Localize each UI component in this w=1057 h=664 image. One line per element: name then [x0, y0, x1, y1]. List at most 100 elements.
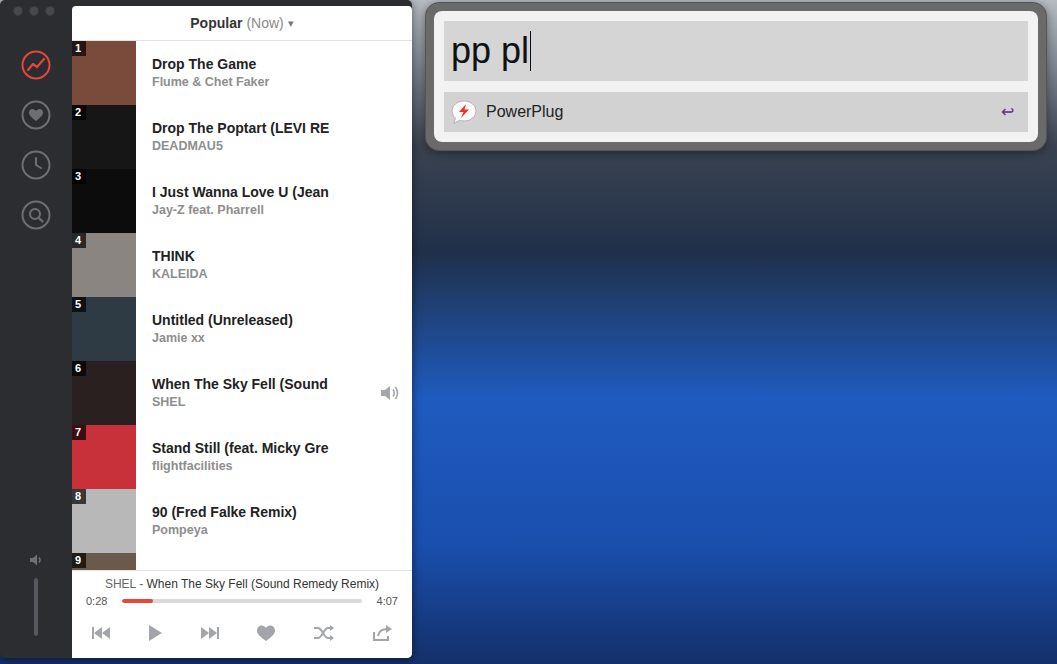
track-row[interactable]: 5 Untitled (Unreleased)Jamie xx — [72, 297, 412, 361]
heart-icon[interactable] — [21, 100, 51, 130]
track-info: Untitled (Unreleased)Jamie xx — [152, 311, 370, 347]
album-art: 6 — [72, 361, 136, 425]
result-row[interactable]: PowerPlug ↩ — [444, 92, 1028, 132]
track-title: Drop The Poptart (LEVI RE — [152, 119, 370, 137]
track-artist: DEADMAU5 — [152, 137, 370, 155]
track-list: 1 Drop The GameFlume & Chet Faker 2 Drop Th… — [72, 41, 412, 570]
header-subtitle[interactable]: (Now) — [246, 13, 283, 34]
clock-icon[interactable] — [21, 150, 51, 180]
album-art: 1 — [72, 41, 136, 105]
album-art: 4 — [72, 233, 136, 297]
sidebar-item[interactable] — [21, 150, 51, 180]
track-info: Stand Still (feat. Micky Greflightfacili… — [152, 439, 370, 475]
search-field[interactable]: pp pl — [444, 21, 1028, 81]
rank-badge: 8 — [72, 489, 86, 504]
now-playing-title: When The Sky Fell (Sound Remedy Remix) — [147, 577, 380, 591]
track-row[interactable]: 4 THINKKALEIDA — [72, 233, 412, 297]
previous-icon[interactable] — [91, 625, 111, 641]
track-artist: KALEIDA — [152, 265, 370, 283]
trending-icon[interactable] — [21, 50, 51, 80]
album-art: 9 — [72, 553, 136, 570]
track-info: Drop The GameFlume & Chet Faker — [152, 55, 370, 91]
track-artist: Flume & Chet Faker — [152, 73, 370, 91]
album-art: 5 — [72, 297, 136, 361]
elapsed-time: 0:28 — [86, 593, 112, 610]
volume-slider[interactable] — [34, 578, 38, 636]
track-title: Drop The Game — [152, 55, 370, 73]
result-label[interactable]: PowerPlug — [486, 100, 993, 124]
speaker-icon — [379, 383, 401, 403]
rank-badge: 7 — [72, 425, 86, 440]
like-button[interactable] — [256, 624, 276, 642]
launcher-panel: pp pl PowerPlug ↩ — [434, 11, 1038, 142]
rank-badge: 9 — [72, 553, 86, 568]
now-playing: SHEL - When The Sky Fell (Sound Remedy R… — [72, 576, 412, 592]
album-art: 7 — [72, 425, 136, 489]
rank-badge: 3 — [72, 169, 86, 184]
track-title: THINK — [152, 247, 370, 265]
rank-badge: 2 — [72, 105, 86, 120]
list-header[interactable]: Popular(Now) ▾ — [72, 6, 412, 41]
search-query[interactable]: pp pl — [451, 29, 529, 73]
track-row[interactable]: 9 — [72, 553, 412, 570]
track-info: 90 (Fred Falke Remix)Pompeya — [152, 503, 370, 539]
track-row[interactable]: 1 Drop The GameFlume & Chet Faker — [72, 41, 412, 105]
minimize-button[interactable] — [29, 6, 39, 16]
progress-fill — [122, 599, 153, 603]
sidebar — [0, 0, 72, 658]
now-playing-separator: - — [136, 577, 147, 591]
sidebar-item[interactable] — [21, 50, 51, 80]
text-caret — [530, 31, 531, 71]
return-hint: ↩ — [1001, 100, 1022, 124]
track-info: THINKKALEIDA — [152, 247, 370, 283]
track-artist: flightfacilities — [152, 457, 370, 475]
share-icon[interactable] — [371, 624, 393, 642]
volume-fill — [34, 578, 38, 636]
album-art: 8 — [72, 489, 136, 553]
next-icon[interactable] — [200, 625, 220, 641]
header-title[interactable]: Popular — [190, 13, 242, 34]
track-title: When The Sky Fell (Sound — [152, 375, 370, 393]
track-row[interactable]: 2 Drop The Poptart (LEVI REDEADMAU5 — [72, 105, 412, 169]
rank-badge: 5 — [72, 297, 86, 312]
music-app-window: Popular(Now) ▾ 1 Drop The GameFlume & Chet … — [0, 0, 412, 658]
dropdown-arrow[interactable]: ▾ — [288, 15, 294, 32]
track-title: Untitled (Unreleased) — [152, 311, 370, 329]
player-bar: SHEL - When The Sky Fell (Sound Remedy R… — [72, 570, 412, 658]
track-artist: SHEL — [152, 393, 370, 411]
playing-indicator — [378, 382, 402, 404]
heart-icon[interactable] — [256, 624, 276, 642]
rank-badge: 6 — [72, 361, 86, 376]
track-row[interactable]: 7 Stand Still (feat. Micky Greflightfacil… — [72, 425, 412, 489]
track-artist: Jamie xx — [152, 329, 370, 347]
rank-badge: 1 — [72, 41, 86, 56]
sidebar-item[interactable] — [21, 100, 51, 130]
shuffle-icon[interactable] — [313, 624, 335, 642]
track-artist: Jay-Z feat. Pharrell — [152, 201, 370, 219]
search-icon[interactable] — [21, 200, 51, 230]
album-art: 2 — [72, 105, 136, 169]
play-icon[interactable] — [147, 624, 163, 642]
album-art: 3 — [72, 169, 136, 233]
track-row[interactable]: 3 I Just Wanna Love U (JeanJay-Z feat. Ph… — [72, 169, 412, 233]
sidebar-item[interactable] — [21, 200, 51, 230]
sidebar-nav — [21, 50, 51, 230]
track-title: 90 (Fred Falke Remix) — [152, 503, 370, 521]
progress-row: 0:284:07 — [72, 593, 412, 610]
powerplug-icon — [450, 99, 478, 125]
track-info: I Just Wanna Love U (JeanJay-Z feat. Pha… — [152, 183, 370, 219]
speaker-icon — [28, 552, 44, 568]
player-controls — [72, 624, 412, 642]
close-button[interactable] — [13, 6, 23, 16]
track-row[interactable]: 6 When The Sky Fell (SoundSHEL — [72, 361, 412, 425]
zoom-button[interactable] — [45, 6, 55, 16]
track-row[interactable]: 8 90 (Fred Falke Remix)Pompeya — [72, 489, 412, 553]
progress-bar[interactable] — [122, 599, 362, 603]
